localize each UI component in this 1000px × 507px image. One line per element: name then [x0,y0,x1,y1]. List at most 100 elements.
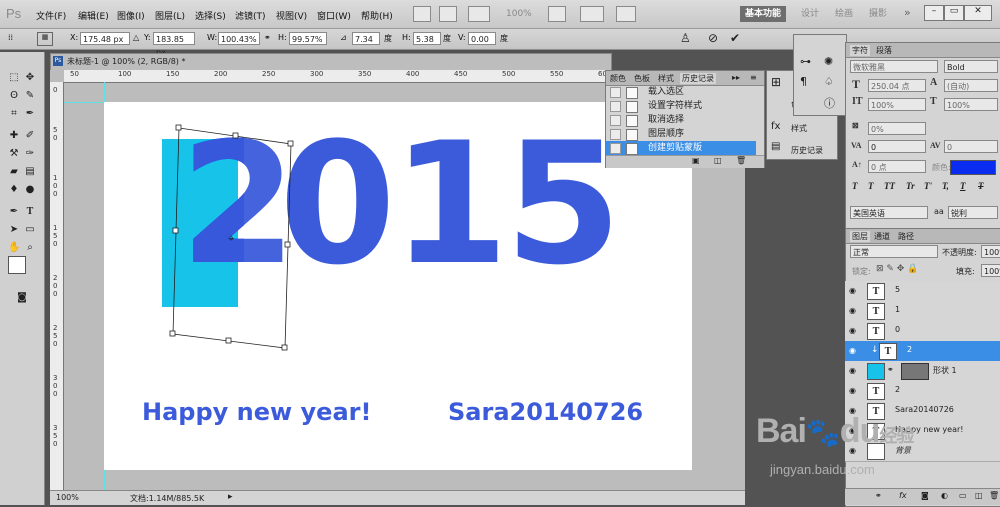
faux-italic-button[interactable]: T [868,181,874,191]
history-checkbox[interactable] [610,101,621,112]
text-color-swatch[interactable] [950,160,996,175]
small-caps-button[interactable]: Tr [906,181,915,191]
tab-paragraph[interactable]: 段落 [876,45,892,56]
swatches-icon[interactable]: ⊞ [771,75,781,89]
history-item-selected[interactable]: 创建剪贴蒙版 [606,141,756,155]
collapsed-history[interactable]: 历史记录 [791,145,823,156]
history-checkbox[interactable] [610,87,621,98]
history-checkbox[interactable] [610,129,621,140]
history-item[interactable]: 图层顺序 [606,127,756,141]
layer-name: 5 [895,285,901,294]
new-group-icon[interactable]: ▭ [959,491,967,500]
link-layers-icon[interactable]: ⚭ [875,491,882,500]
vertical-scale-icon: IT [852,96,863,107]
tab-history[interactable]: 历史记录 [680,73,716,84]
status-zoom[interactable]: 100% [56,493,79,502]
layer-row[interactable]: ◉ T 1 [845,301,1000,322]
history-checkbox[interactable] [610,143,621,154]
tab-layers[interactable]: 图层 [850,231,870,242]
underline-button[interactable]: T [960,181,966,191]
history-icon[interactable]: ▤ [771,141,780,152]
history-label: 创建剪贴蒙版 [648,143,703,153]
opacity-input[interactable]: 100% [981,245,1000,258]
history-panel: 颜色 色板 样式 历史记录 ▸▸ ≡ 载入选区 设置字符样式 取消选择 图层顺序… [605,70,765,168]
font-family-select[interactable]: 微软雅黑 [850,60,938,73]
adjustment-layer-icon[interactable]: ◐ [941,491,948,500]
eye-icon[interactable]: ◉ [849,366,859,375]
font-style-select[interactable]: Bold [944,60,998,73]
faux-bold-button[interactable]: T [852,181,858,191]
antialias-label: aa [934,207,944,216]
character-panel: 字符 段落 微软雅黑 Bold T 250.04 点 A (自动) IT 100… [845,42,1000,229]
history-item[interactable]: 取消选择 [606,113,756,127]
tab-swatches[interactable]: 色板 [634,73,650,84]
brush-panel-icon[interactable]: ♤ [824,75,834,88]
layer-row[interactable]: ◉ T 5 [845,281,1000,302]
history-item[interactable]: 载入选区 [606,85,756,99]
layer-row[interactable]: ◉ T 0 [845,321,1000,342]
tracking-input[interactable]: 0 [944,140,998,153]
new-snapshot-icon[interactable]: ◫ [714,156,722,165]
baseline-input[interactable]: 0 点 [868,160,926,173]
font-size-input[interactable]: 250.04 点 [868,79,926,92]
eye-icon[interactable]: ◉ [849,386,859,395]
layer-name: 2 [907,345,913,354]
lock-icons[interactable]: ⊠ ✎ ✥ 🔒 [876,264,918,274]
eye-icon[interactable]: ◉ [849,306,859,315]
layer-name: 0 [895,325,901,334]
tab-paths[interactable]: 路径 [898,231,914,242]
new-document-icon[interactable]: ▣ [692,156,700,165]
vertical-scale-input[interactable]: 100% [868,98,926,111]
superscript-button[interactable]: T' [924,181,932,191]
horizontal-scale-input[interactable]: 100% [944,98,998,111]
eye-icon[interactable]: ◉ [849,326,859,335]
panel-menu-icon[interactable]: ≡ [750,73,757,82]
layer-name: 形状 1 [933,366,957,375]
layer-row[interactable]: ◉ T 2 [845,381,1000,402]
masks-icon[interactable]: ✺ [824,55,833,68]
watermark-du: du [839,412,881,450]
tab-color[interactable]: 颜色 [610,73,626,84]
layer-row-selected[interactable]: ◉ ↓ T 2 [845,341,1000,362]
history-checkbox[interactable] [610,115,621,126]
opacity-label: 不透明度: [942,248,977,257]
blend-mode-select[interactable]: 正常 [850,245,938,258]
leading-input[interactable]: (自动) [944,79,998,92]
new-layer-icon[interactable]: ◫ [975,491,983,500]
adjustments-icon[interactable]: ⊶ [800,55,811,68]
paragraph-icon[interactable]: ¶ [800,75,807,88]
status-menu-icon[interactable]: ▸ [228,492,233,502]
history-item[interactable]: 设置字符样式 [606,99,756,113]
strikethrough-button[interactable]: T [978,181,984,191]
delete-layer-icon[interactable]: 🗑 [989,491,999,500]
history-step-icon [626,101,638,113]
layers-tabbar: 图层 通道 路径 [846,229,1000,244]
history-label: 设置字符样式 [648,101,703,111]
antialias-select[interactable]: 锐利 [948,206,998,219]
all-caps-button[interactable]: TT [884,181,895,191]
eye-icon[interactable]: ◉ [849,346,859,355]
tab-styles[interactable]: 样式 [658,73,674,84]
eye-icon[interactable]: ◉ [849,286,859,295]
trash-icon[interactable]: 🗑 [736,156,746,165]
fill-input[interactable]: 100% [981,264,1000,277]
layer-row[interactable]: ◉ ⚭ 形状 1 [845,361,1000,382]
styles-icon[interactable]: fx [771,121,780,132]
subscript-button[interactable]: T, [942,181,949,191]
layer-thumbnail: T [867,383,885,400]
info-icon[interactable]: ⓘ [824,95,835,111]
tab-character[interactable]: 字符 [850,45,870,56]
language-select[interactable]: 美国英语 [850,206,928,219]
add-mask-icon[interactable]: ◙ [921,491,929,500]
layer-thumbnail: T [879,343,897,360]
horizontal-scale-icon: T [930,96,937,107]
fx-icon[interactable]: fx [899,491,907,500]
collapse-icon[interactable]: ▸▸ [732,73,740,82]
collapsed-styles[interactable]: 样式 [791,123,807,134]
layer-name: 1 [895,305,901,314]
history-label: 载入选区 [648,87,685,97]
percent-input[interactable]: 0% [868,122,926,135]
tab-channels[interactable]: 通道 [874,231,890,242]
kerning-input[interactable]: 0 [868,140,926,153]
watermark-url: jingyan.baidu.com [770,462,875,477]
